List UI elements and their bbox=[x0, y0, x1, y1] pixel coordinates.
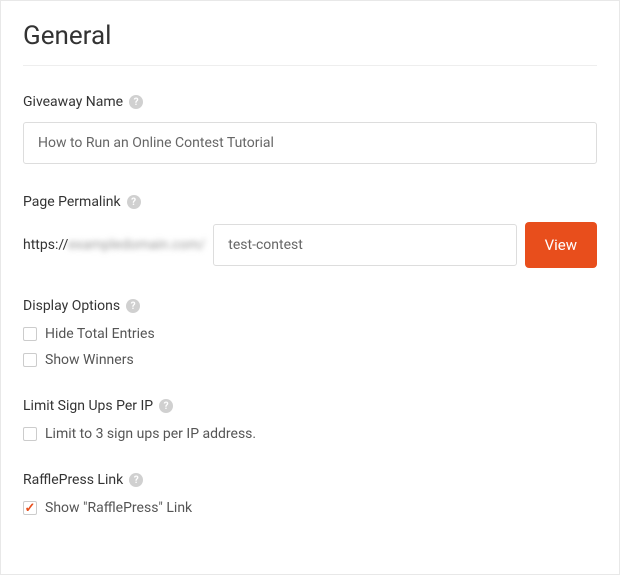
permalink-prefix: https://exampledomain.com/ bbox=[23, 237, 205, 253]
help-icon[interactable]: ? bbox=[127, 195, 141, 209]
display-options-label-text: Display Options bbox=[23, 298, 120, 314]
show-winners-row: Show Winners bbox=[23, 352, 597, 368]
permalink-protocol: https:// bbox=[23, 237, 68, 253]
show-winners-label: Show Winners bbox=[45, 352, 134, 368]
rafflepress-link-checkbox[interactable] bbox=[23, 501, 37, 515]
limit-signups-label: Limit Sign Ups Per IP ? bbox=[23, 398, 597, 414]
limit-signups-group: Limit Sign Ups Per IP ? Limit to 3 sign … bbox=[23, 398, 597, 442]
permalink-label-text: Page Permalink bbox=[23, 194, 121, 210]
permalink-domain-blurred: exampledomain.com/ bbox=[68, 237, 205, 253]
limit-signups-label-text: Limit Sign Ups Per IP bbox=[23, 398, 153, 414]
help-icon[interactable]: ? bbox=[159, 399, 173, 413]
help-icon[interactable]: ? bbox=[129, 95, 143, 109]
view-button[interactable]: View bbox=[525, 222, 597, 268]
help-icon[interactable]: ? bbox=[126, 299, 140, 313]
general-settings-panel: General Giveaway Name ? Page Permalink ?… bbox=[0, 0, 620, 575]
limit-signups-checkbox[interactable] bbox=[23, 427, 37, 441]
limit-signups-option-row: Limit to 3 sign ups per IP address. bbox=[23, 426, 597, 442]
hide-total-entries-label: Hide Total Entries bbox=[45, 326, 155, 342]
panel-title: General bbox=[23, 21, 597, 51]
rafflepress-link-option-label: Show "RafflePress" Link bbox=[45, 500, 192, 516]
rafflepress-link-group: RafflePress Link ? Show "RafflePress" Li… bbox=[23, 472, 597, 516]
divider bbox=[23, 65, 597, 66]
permalink-group: Page Permalink ? https://exampledomain.c… bbox=[23, 194, 597, 268]
limit-signups-option-label: Limit to 3 sign ups per IP address. bbox=[45, 426, 256, 442]
giveaway-name-group: Giveaway Name ? bbox=[23, 94, 597, 164]
permalink-row: https://exampledomain.com/ View bbox=[23, 222, 597, 268]
permalink-slug-input[interactable] bbox=[213, 224, 516, 266]
giveaway-name-input[interactable] bbox=[23, 122, 597, 164]
giveaway-name-label: Giveaway Name ? bbox=[23, 94, 597, 110]
hide-total-entries-checkbox[interactable] bbox=[23, 327, 37, 341]
rafflepress-link-label-text: RafflePress Link bbox=[23, 472, 123, 488]
help-icon[interactable]: ? bbox=[129, 473, 143, 487]
rafflepress-link-label: RafflePress Link ? bbox=[23, 472, 597, 488]
show-winners-checkbox[interactable] bbox=[23, 353, 37, 367]
giveaway-name-label-text: Giveaway Name bbox=[23, 94, 123, 110]
hide-total-entries-row: Hide Total Entries bbox=[23, 326, 597, 342]
display-options-group: Display Options ? Hide Total Entries Sho… bbox=[23, 298, 597, 368]
permalink-label: Page Permalink ? bbox=[23, 194, 597, 210]
display-options-label: Display Options ? bbox=[23, 298, 597, 314]
rafflepress-link-option-row: Show "RafflePress" Link bbox=[23, 500, 597, 516]
